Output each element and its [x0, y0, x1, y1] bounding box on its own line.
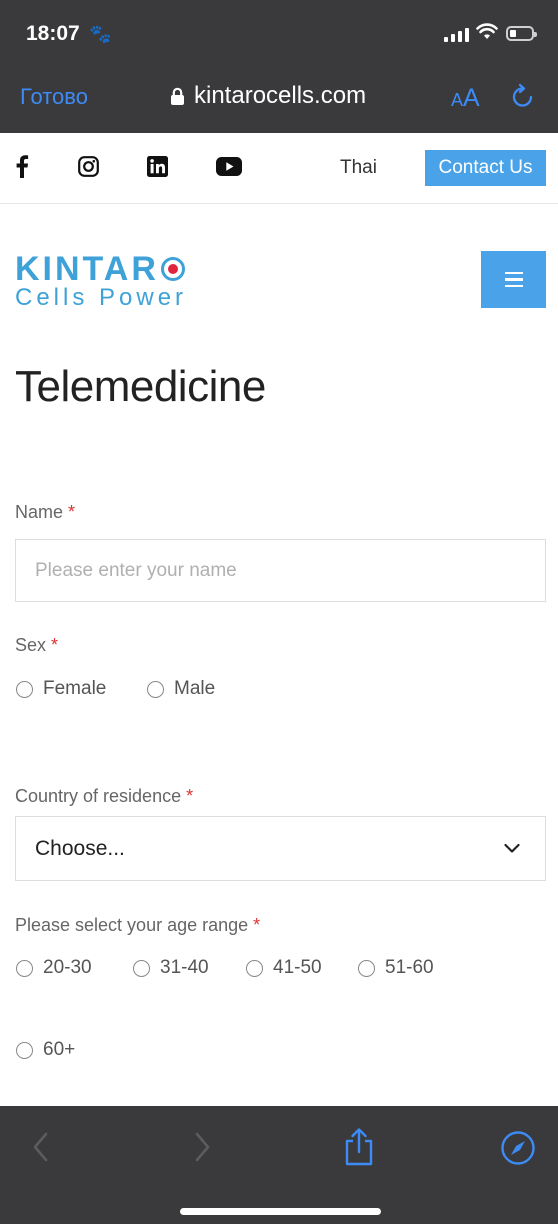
share-icon[interactable] — [343, 1127, 375, 1167]
chevron-down-icon — [504, 843, 520, 853]
radio-circle[interactable] — [133, 959, 150, 977]
required-mark: * — [186, 786, 194, 806]
required-mark: * — [68, 502, 76, 522]
sex-label: Sex * — [15, 635, 58, 656]
radio-label: 41-50 — [273, 957, 322, 978]
radio-circle[interactable] — [358, 959, 375, 977]
country-select[interactable]: Choose... — [15, 816, 546, 881]
radio-label: Male — [174, 678, 216, 699]
lock-icon — [171, 87, 184, 105]
radio-circle[interactable] — [16, 959, 33, 977]
country-label: Country of residence * — [15, 786, 193, 807]
text-size-small-a: A — [451, 90, 464, 110]
age-option-60-plus[interactable]: 60+ — [16, 1039, 75, 1061]
url-text: kintarocells.com — [194, 82, 367, 109]
radio-label: 51-60 — [385, 957, 434, 978]
text-size-large-a: A — [463, 84, 480, 112]
contact-us-button[interactable]: Contact Us — [425, 150, 546, 186]
radio-label: 20-30 — [43, 957, 92, 978]
age-label: Please select your age range * — [15, 915, 260, 936]
country-label-text: Country of residence — [15, 786, 182, 806]
address-bar[interactable]: kintarocells.com — [170, 82, 366, 110]
logo-wordmark: KINTAR — [15, 250, 159, 288]
compass-icon[interactable] — [500, 1130, 536, 1166]
linkedin-icon[interactable] — [147, 156, 168, 177]
language-link[interactable]: Thai — [340, 157, 377, 179]
text-size-button[interactable]: AA — [451, 84, 480, 113]
age-option-51-60[interactable]: 51-60 — [358, 957, 434, 979]
reload-icon[interactable] — [510, 82, 536, 110]
wifi-icon — [476, 23, 498, 39]
battery-icon — [506, 26, 537, 41]
sex-option-male[interactable]: Male — [147, 678, 215, 700]
menu-icon — [504, 271, 523, 275]
radio-label: 60+ — [43, 1039, 76, 1060]
radio-circle[interactable] — [147, 680, 164, 698]
age-option-20-30[interactable]: 20-30 — [16, 957, 92, 979]
name-label: Name * — [15, 502, 75, 523]
radio-circle[interactable] — [246, 959, 263, 977]
browser-bottom-toolbar — [0, 1106, 558, 1224]
forward-arrow-icon[interactable] — [192, 1132, 212, 1162]
sex-label-text: Sex — [15, 635, 47, 655]
sex-option-female[interactable]: Female — [16, 678, 106, 700]
done-button[interactable]: Готово — [20, 84, 88, 110]
age-option-41-50[interactable]: 41-50 — [246, 957, 322, 979]
country-selected-value: Choose... — [35, 836, 125, 860]
instagram-icon[interactable] — [78, 156, 99, 177]
radio-circle[interactable] — [16, 1041, 33, 1059]
kintaro-logo[interactable]: KINTAR Cells Power — [15, 252, 187, 310]
youtube-icon[interactable] — [216, 157, 242, 176]
cellular-signal-icon — [444, 28, 469, 42]
radio-label: 31-40 — [160, 957, 209, 978]
name-label-text: Name — [15, 502, 64, 522]
age-option-31-40[interactable]: 31-40 — [133, 957, 209, 979]
required-mark: * — [51, 635, 59, 655]
facebook-icon[interactable] — [15, 154, 29, 178]
page-title: Telemedicine — [15, 362, 266, 411]
browser-top-bar — [0, 0, 558, 133]
home-indicator[interactable] — [180, 1208, 381, 1215]
radio-label: Female — [43, 678, 107, 699]
radio-circle[interactable] — [16, 680, 33, 698]
logo-tagline: Cells Power — [15, 284, 188, 311]
name-input[interactable] — [15, 539, 546, 602]
paw-icon: 🐾 — [89, 24, 112, 44]
required-mark: * — [253, 915, 261, 935]
logo-o-dot — [160, 257, 185, 281]
back-arrow-icon[interactable] — [31, 1132, 51, 1162]
hamburger-menu-button[interactable] — [481, 251, 546, 308]
status-time: 18:07 — [26, 22, 80, 45]
age-label-text: Please select your age range — [15, 915, 249, 935]
